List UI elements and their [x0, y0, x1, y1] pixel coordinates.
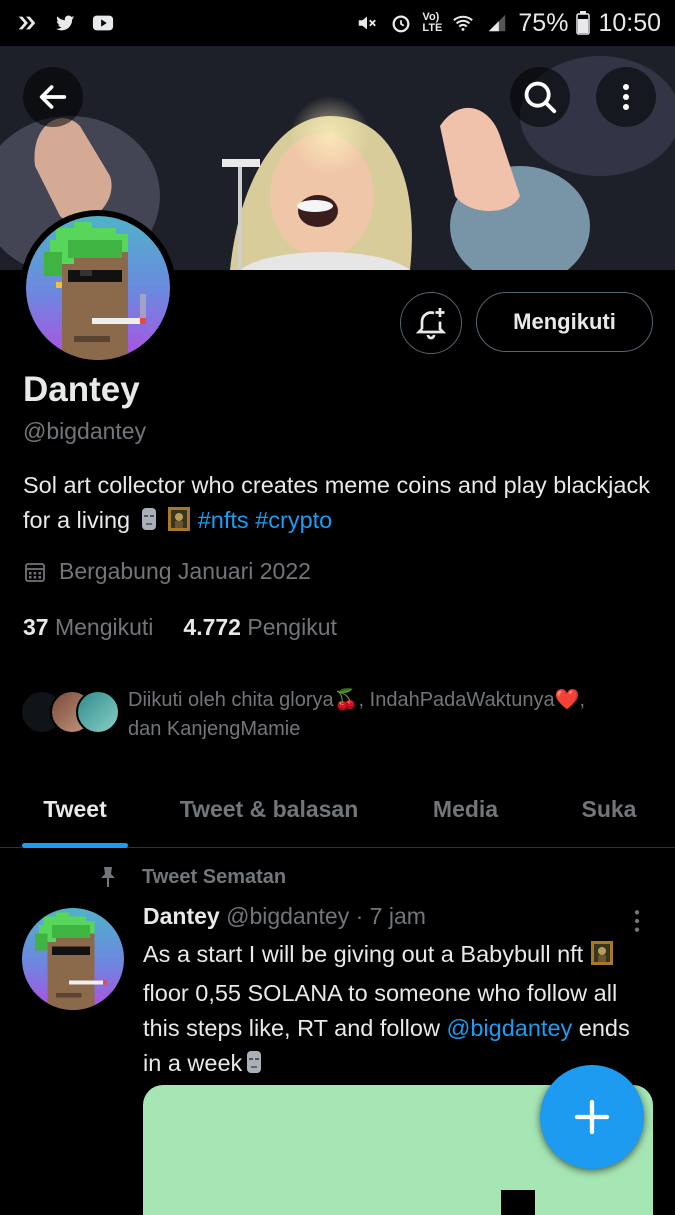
followed-by-text: Diikuti oleh chita glorya🍒, IndahPadaWak…: [120, 686, 585, 744]
following-label: Mengikuti: [54, 614, 154, 640]
network-type: Vo) LTE: [422, 11, 443, 34]
followers-label: Pengikut: [247, 614, 337, 640]
twitter-icon: [55, 15, 75, 31]
profile-handle: @bigdantey: [23, 418, 147, 444]
followers-count: 4.772: [183, 614, 241, 640]
tab-label: Media: [432, 795, 499, 822]
followed-by-avatars: [20, 686, 120, 736]
mute-icon: [359, 16, 377, 30]
bio-text: Sol art collector who creates meme coins…: [23, 472, 650, 533]
tweet-mention[interactable]: @bigdantey: [446, 1015, 572, 1041]
calendar-icon: [25, 562, 45, 582]
tweet-text: As a start I will be giving out a Babybu…: [143, 937, 643, 1085]
search-icon: [524, 81, 557, 114]
tab-label: Tweet & balasan: [179, 795, 359, 822]
hashtag-crypto[interactable]: #crypto: [255, 507, 332, 533]
alarm-icon: [392, 15, 410, 33]
join-date-text: Bergabung Januari 2022: [59, 558, 311, 584]
followed-by[interactable]: Diikuti oleh chita glorya🍒, IndahPadaWak…: [20, 686, 660, 744]
pinned-text: Tweet Sematan: [142, 865, 287, 888]
profile-avatar[interactable]: [20, 210, 176, 366]
status-bar: Vo) LTE 75% 10:50: [0, 0, 675, 46]
follow-counts: 37 Mengikuti 4.772 Pengikut: [23, 614, 337, 641]
tab-media[interactable]: Media: [388, 770, 543, 848]
tab-likes[interactable]: Suka: [543, 770, 675, 848]
more-options-button[interactable]: [596, 67, 656, 127]
tweet-header: Dantey @bigdantey · 7 jam: [143, 903, 426, 930]
join-date: Bergabung Januari 2022: [23, 558, 311, 585]
following-button[interactable]: Mengikuti: [476, 292, 653, 352]
tab-label: Suka: [581, 795, 637, 822]
battery-icon: [576, 11, 591, 35]
search-button[interactable]: [510, 67, 570, 127]
hashtag-nfts[interactable]: #nfts: [198, 507, 249, 533]
moai-emoji-icon: [137, 506, 161, 542]
tweet-author-avatar[interactable]: [22, 908, 124, 1010]
wifi-icon: [453, 15, 474, 31]
pixel-punk-avatar: [44, 222, 146, 360]
tweet-author-handle[interactable]: @bigdantey: [226, 903, 349, 929]
followed-by-line: dan KanjengMamie: [128, 718, 301, 740]
followed-by-line: Diikuti oleh chita glorya🍒, IndahPadaWak…: [128, 689, 586, 711]
back-arrow-icon: [39, 85, 67, 109]
pin-icon: [101, 867, 115, 887]
media-shape: [501, 1190, 535, 1215]
back-button[interactable]: [23, 67, 83, 127]
framed-picture-emoji-icon: [590, 940, 614, 976]
tab-label: Tweet: [43, 795, 107, 822]
tab-tweet[interactable]: Tweet: [0, 770, 150, 848]
tweet-text-part: As a start I will be giving out a Babybu…: [143, 941, 584, 967]
signal-icon: [489, 14, 506, 32]
followers-count-link[interactable]: 4.772 Pengikut: [183, 614, 336, 641]
moai-emoji-icon: [242, 1049, 266, 1085]
app-notification-icon: [18, 16, 36, 30]
following-count-link[interactable]: 37 Mengikuti: [23, 614, 153, 641]
more-vertical-icon: [634, 910, 640, 932]
profile-bio: Sol art collector who creates meme coins…: [23, 468, 653, 542]
compose-plus-icon: [574, 1099, 610, 1135]
notification-button[interactable]: [400, 292, 462, 354]
pinned-label: Tweet Sematan: [96, 864, 286, 890]
tweet-author-name[interactable]: Dantey: [143, 903, 220, 929]
bell-plus-icon: [415, 308, 447, 340]
profile-name: Dantey: [23, 370, 140, 409]
youtube-icon: [92, 15, 114, 31]
tab-tweet-replies[interactable]: Tweet & balasan: [150, 770, 388, 848]
battery-percent: 75%: [518, 8, 569, 37]
following-count: 37: [23, 614, 49, 640]
follower-avatar: [76, 690, 120, 734]
clock: 10:50: [598, 8, 661, 37]
active-tab-indicator: [22, 843, 128, 848]
avatar: [26, 216, 170, 360]
tweet-time[interactable]: 7 jam: [370, 903, 426, 929]
tweet-more-button[interactable]: [624, 906, 650, 941]
more-vertical-icon: [623, 84, 629, 110]
profile-tabs: Tweet Tweet & balasan Media Suka: [0, 770, 675, 848]
pixel-punk-avatar: [34, 912, 107, 1010]
compose-tweet-button[interactable]: [540, 1065, 644, 1169]
framed-picture-emoji-icon: [167, 506, 191, 542]
separator: ·: [355, 903, 364, 929]
